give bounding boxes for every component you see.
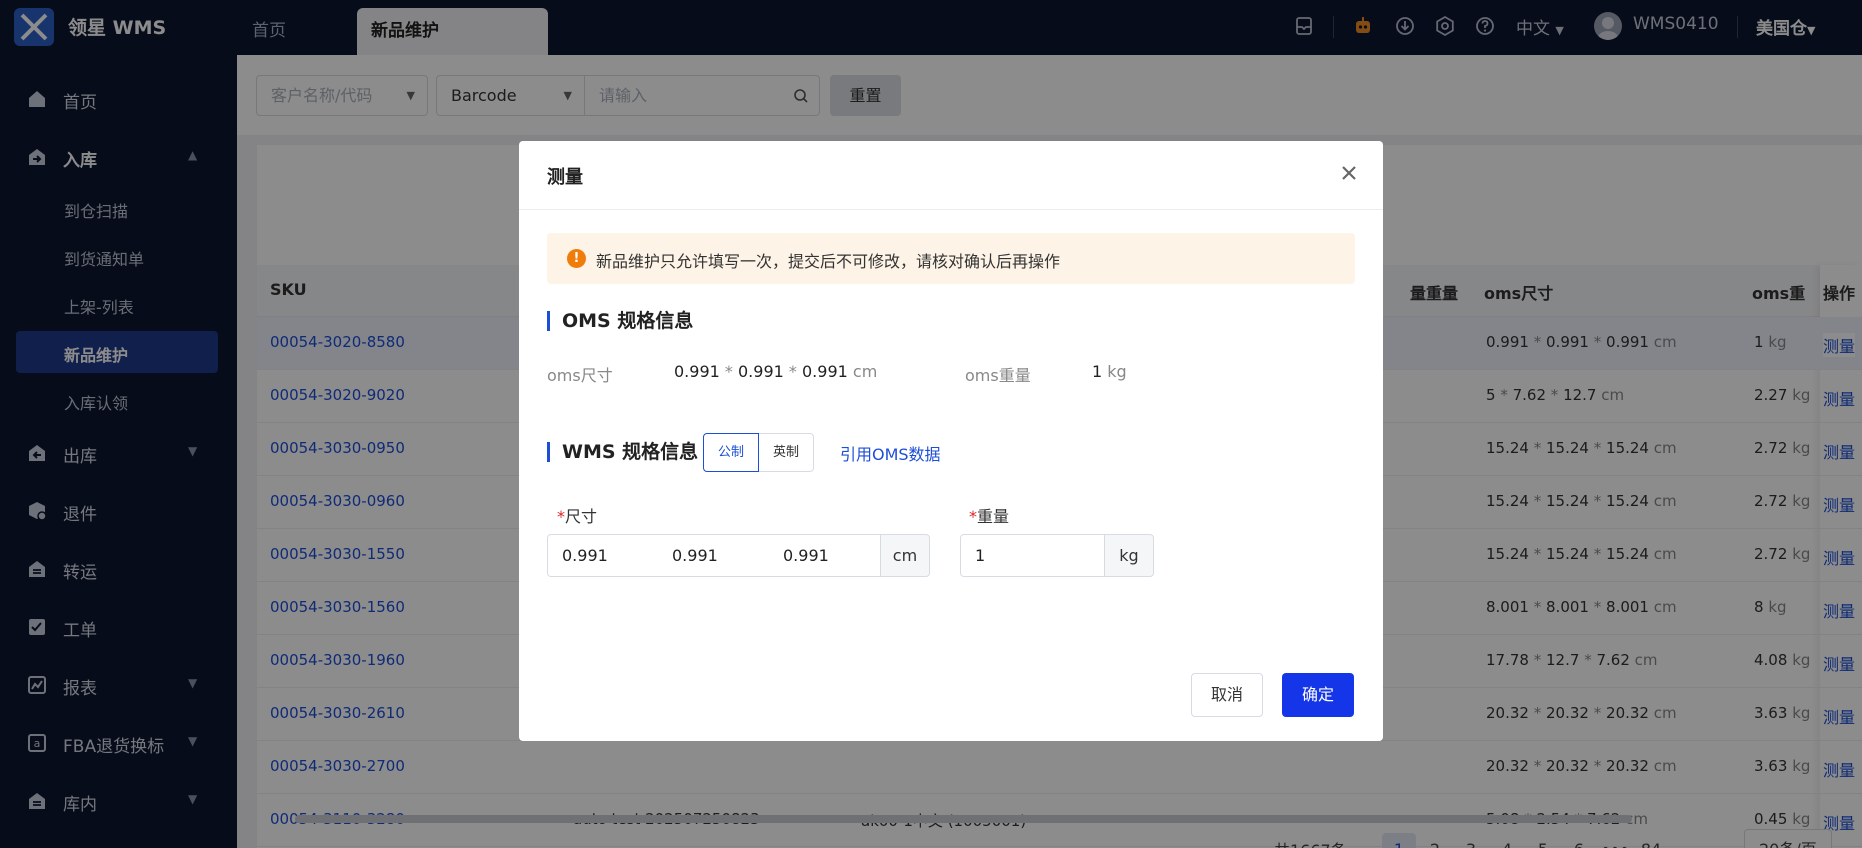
warning-icon: ! (567, 249, 586, 268)
oms-size-label: oms尺寸 (547, 366, 613, 385)
weight-unit-addon: kg (1104, 534, 1154, 577)
dialog-divider (519, 209, 1383, 210)
cancel-button[interactable]: 取消 (1191, 673, 1263, 717)
unit-toggle: 公制 英制 (703, 433, 815, 472)
warning-alert: ! 新品维护只允许填写一次，提交后不可修改，请核对确认后再操作 (547, 233, 1355, 284)
length-input[interactable]: 0.991 (547, 534, 659, 577)
oms-weight-value: 1 kg (1092, 362, 1127, 381)
width-input[interactable]: 0.991 (658, 534, 770, 577)
imperial-option[interactable]: 英制 (759, 433, 815, 472)
height-input[interactable]: 0.991 (769, 534, 881, 577)
wms-section-title: WMS 规格信息 (547, 442, 698, 462)
size-field-label: *尺寸 (557, 507, 598, 526)
weight-field-label: *重量 (969, 507, 1010, 526)
oms-weight-label: oms重量 (965, 366, 1031, 385)
cite-oms-link[interactable]: 引用OMS数据 (840, 441, 941, 465)
dialog-title: 测量 (547, 167, 583, 188)
size-unit-addon: cm (880, 534, 930, 577)
oms-section-title: OMS 规格信息 (547, 311, 693, 331)
weight-input[interactable]: 1 (960, 534, 1105, 577)
close-icon[interactable] (1339, 163, 1359, 183)
alert-text: 新品维护只允许填写一次，提交后不可修改，请核对确认后再操作 (596, 252, 1061, 271)
measure-dialog: 测量 ! 新品维护只允许填写一次，提交后不可修改，请核对确认后再操作 OMS 规… (519, 141, 1383, 741)
metric-option[interactable]: 公制 (703, 433, 760, 472)
confirm-button[interactable]: 确定 (1282, 673, 1354, 717)
oms-size-value: 0.991 * 0.991 * 0.991 cm (674, 362, 878, 381)
